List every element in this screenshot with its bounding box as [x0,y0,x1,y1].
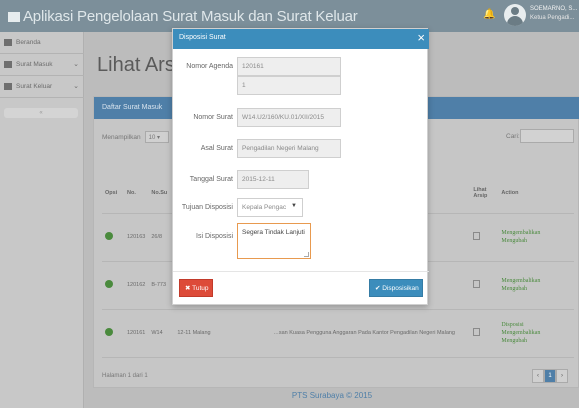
show-label: Menampilkan [102,133,141,141]
sidebar-item-surat-masuk[interactable]: Surat Masuk ⌄ [0,54,84,76]
chevron-down-icon: ⌄ [73,61,79,68]
sidebar-item-beranda[interactable]: Beranda [0,32,84,54]
tujuan-disposisi-label: Tujuan Disposisi [181,204,233,211]
search-label: Cari: [506,133,520,140]
pager-prev[interactable]: ‹ [532,369,544,383]
envelope-icon [4,61,12,68]
envelope-icon [8,11,20,22]
envelope-icon [4,83,12,90]
asal-surat-label: Asal Surat [200,145,233,152]
user-menu[interactable]: SOEMARNO, S... Ketua Pengadi... [504,4,578,28]
app-title-text: Aplikasi Pengelolaan Surat Masuk dan Sur… [23,8,358,25]
sidebar-item-label: Surat Masuk [16,61,53,68]
action-kembalikan-link[interactable]: Mengembalikan [501,229,571,237]
view-icon[interactable] [105,328,113,336]
nomor-surat-label: Nomor Surat [193,114,233,121]
tanggal-surat-field[interactable]: 2015-12-11 [237,170,309,189]
table-row: 120161 W14 12-11 Malang …san Kuasa Pengg… [102,309,574,358]
caret-down-icon: ▼ [291,203,297,209]
action-ubah-link[interactable]: Mengubah [501,337,571,345]
close-icon[interactable]: × [417,30,425,46]
file-icon[interactable] [473,280,481,288]
nomor-agenda-sub-field[interactable]: 1 [237,76,341,95]
show-entries: Menampilkan 10 ▾ [102,131,169,143]
file-icon[interactable] [473,328,481,336]
cell-perihal: …san Kuasa Pengguna Anggaran Pada Kantor… [270,309,471,358]
col-action[interactable]: Action [498,173,574,214]
cell-asal: Malang [192,330,211,336]
nomor-agenda-label: Nomor Agenda [186,63,233,70]
pager-page-1[interactable]: 1 [544,369,556,383]
col-nosurat[interactable]: No.Su [148,173,175,214]
user-name: SOEMARNO, S... [530,6,578,12]
pager-text: Halaman 1 dari 1 [102,373,148,379]
action-ubah-link[interactable]: Mengubah [501,285,571,293]
cell-nosurat: 26/8 [148,213,175,262]
view-icon[interactable] [105,280,113,288]
footer: PTS Surabaya © 2015 [291,391,373,400]
action-disposisi-link[interactable]: Disposisi [501,321,571,329]
user-role: Ketua Pengadi... [530,15,575,21]
app-title: Aplikasi Pengelolaan Surat Masuk dan Sur… [8,8,358,25]
sidebar: Beranda Surat Masuk ⌄ Surat Keluar ⌄ « [0,32,84,408]
modal-title: Disposisi Surat [179,34,226,41]
sidebar-item-label: Surat Keluar [16,83,53,90]
view-icon[interactable] [105,232,113,240]
cell-no: 120162 [124,261,149,310]
sidebar-item-label: Beranda [16,39,41,46]
home-icon [4,39,12,46]
pagination: ‹ 1 › [532,369,568,383]
cell-nosurat: B-773 [148,261,175,310]
tutup-button[interactable]: ✖ Tutup [179,279,213,297]
modal-divider [173,271,429,272]
col-lihat-arsip[interactable]: Lihat Arsip [470,173,499,214]
sidebar-collapse-button[interactable]: « [4,108,78,118]
cell-no: 120161 [124,309,149,358]
action-ubah-link[interactable]: Mengubah [501,237,571,245]
tanggal-surat-label: Tanggal Surat [189,176,233,183]
avatar [504,4,526,26]
isi-disposisi-textarea[interactable]: Segera Tindak Lanjuti [237,223,311,259]
disposisi-modal: Disposisi Surat × Nomor Agenda 120161 1 … [172,28,429,305]
disposisikan-button[interactable]: ✔ Disposisikan [369,279,423,297]
col-no[interactable]: No. [124,173,149,214]
cell-no: 120163 [124,213,149,262]
chevron-down-icon: ⌄ [73,83,79,90]
cell-tgl: 12-11 [177,330,192,336]
sidebar-item-surat-keluar[interactable]: Surat Keluar ⌄ [0,76,84,98]
cell-nosurat: W14 [148,309,175,358]
asal-surat-field[interactable]: Pengadilan Negeri Malang [237,139,341,158]
tujuan-disposisi-select[interactable]: Kepala Pengac ▼ [237,198,303,217]
file-icon[interactable] [473,232,481,240]
col-opsi[interactable]: Opsi [102,173,124,214]
action-kembalikan-link[interactable]: Mengembalikan [501,277,571,285]
action-kembalikan-link[interactable]: Mengembalikan [501,329,571,337]
nomor-surat-field[interactable]: W14.U2/160/KU.01/XII/2015 [237,108,341,127]
nomor-agenda-field[interactable]: 120161 [237,57,341,76]
bell-icon[interactable]: 🔔 [483,9,495,23]
pager-next[interactable]: › [556,369,568,383]
entries-select[interactable]: 10 ▾ [144,131,169,143]
search-input[interactable] [520,129,574,143]
tujuan-disposisi-value: Kepala Pengac [242,204,287,211]
modal-header: Disposisi Surat × [173,29,429,49]
isi-disposisi-label: Isi Disposisi [196,233,233,240]
